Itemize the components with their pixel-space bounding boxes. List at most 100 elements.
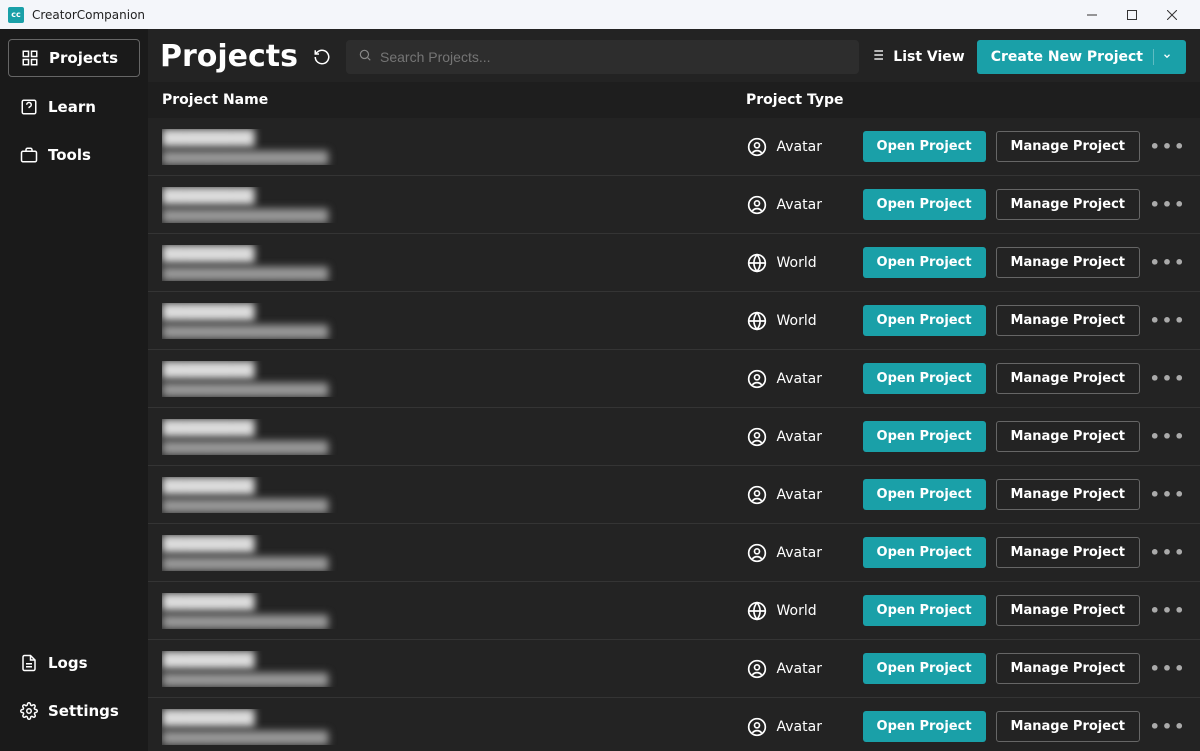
- more-options-button[interactable]: •••: [1150, 421, 1186, 453]
- more-options-button[interactable]: •••: [1150, 595, 1186, 627]
- project-row: ██████████████████████████AvatarOpen Pro…: [148, 118, 1200, 176]
- open-project-button[interactable]: Open Project: [863, 537, 986, 568]
- open-project-button[interactable]: Open Project: [863, 711, 986, 742]
- sidebar-item-tools[interactable]: Tools: [8, 137, 140, 173]
- open-project-button[interactable]: Open Project: [863, 131, 986, 162]
- column-project-type: Project Type: [746, 92, 1186, 108]
- project-type-label: Avatar: [777, 487, 822, 503]
- manage-project-button[interactable]: Manage Project: [996, 421, 1140, 452]
- manage-project-button[interactable]: Manage Project: [996, 131, 1140, 162]
- manage-project-button[interactable]: Manage Project: [996, 595, 1140, 626]
- avatar-icon: [747, 717, 767, 737]
- titlebar: cc CreatorCompanion: [0, 0, 1200, 29]
- project-name: ████████: [162, 477, 747, 495]
- avatar-icon: [747, 427, 767, 447]
- project-type: World: [747, 601, 863, 621]
- more-options-button[interactable]: •••: [1150, 711, 1186, 743]
- more-options-button[interactable]: •••: [1150, 479, 1186, 511]
- page-title: Projects: [160, 39, 298, 74]
- project-name: ████████: [162, 361, 747, 379]
- list-view-label: List View: [893, 49, 964, 65]
- open-project-button[interactable]: Open Project: [863, 189, 986, 220]
- manage-project-button[interactable]: Manage Project: [996, 247, 1140, 278]
- app-title: CreatorCompanion: [32, 8, 145, 22]
- sidebar-item-projects[interactable]: Projects: [8, 39, 140, 77]
- project-type-label: Avatar: [777, 429, 822, 445]
- open-project-button[interactable]: Open Project: [863, 363, 986, 394]
- help-icon: [20, 98, 38, 116]
- manage-project-button[interactable]: Manage Project: [996, 189, 1140, 220]
- open-project-button[interactable]: Open Project: [863, 421, 986, 452]
- project-list[interactable]: ██████████████████████████AvatarOpen Pro…: [148, 118, 1200, 751]
- table-header: Project Name Project Type: [148, 82, 1200, 118]
- sidebar-item-label: Settings: [48, 702, 119, 720]
- project-type-label: Avatar: [777, 197, 822, 213]
- manage-project-button[interactable]: Manage Project: [996, 363, 1140, 394]
- globe-icon: [747, 311, 767, 331]
- grid-icon: [21, 49, 39, 67]
- more-icon: •••: [1150, 601, 1187, 620]
- manage-project-button[interactable]: Manage Project: [996, 711, 1140, 742]
- manage-project-button[interactable]: Manage Project: [996, 479, 1140, 510]
- manage-project-button[interactable]: Manage Project: [996, 537, 1140, 568]
- project-row: ██████████████████████████AvatarOpen Pro…: [148, 466, 1200, 524]
- refresh-button[interactable]: [308, 43, 336, 71]
- more-options-button[interactable]: •••: [1150, 363, 1186, 395]
- more-icon: •••: [1150, 137, 1187, 156]
- project-row: ██████████████████████████AvatarOpen Pro…: [148, 176, 1200, 234]
- avatar-icon: [747, 195, 767, 215]
- project-row: ██████████████████████████AvatarOpen Pro…: [148, 408, 1200, 466]
- open-project-button[interactable]: Open Project: [863, 247, 986, 278]
- project-name: ████████: [162, 709, 747, 727]
- project-path: ██████████████████: [162, 731, 747, 745]
- project-path: ██████████████████: [162, 441, 747, 455]
- minimize-button[interactable]: [1072, 0, 1112, 29]
- sidebar-item-learn[interactable]: Learn: [8, 89, 140, 125]
- more-options-button[interactable]: •••: [1150, 247, 1186, 279]
- project-row: ██████████████████████████AvatarOpen Pro…: [148, 640, 1200, 698]
- more-icon: •••: [1150, 311, 1187, 330]
- close-button[interactable]: [1152, 0, 1192, 29]
- open-project-button[interactable]: Open Project: [863, 305, 986, 336]
- more-options-button[interactable]: •••: [1150, 537, 1186, 569]
- more-options-button[interactable]: •••: [1150, 653, 1186, 685]
- search-input[interactable]: [380, 49, 847, 65]
- list-view-button[interactable]: List View: [869, 47, 964, 67]
- project-row: ██████████████████████████WorldOpen Proj…: [148, 234, 1200, 292]
- project-name: ████████: [162, 187, 747, 205]
- project-type-label: Avatar: [777, 139, 822, 155]
- sidebar-item-logs[interactable]: Logs: [8, 645, 140, 681]
- project-type-label: World: [777, 313, 817, 329]
- avatar-icon: [747, 137, 767, 157]
- project-type-label: Avatar: [777, 371, 822, 387]
- search-box[interactable]: [346, 40, 859, 74]
- project-type-label: World: [777, 255, 817, 271]
- chevron-down-icon[interactable]: [1153, 49, 1172, 65]
- sidebar-item-settings[interactable]: Settings: [8, 693, 140, 729]
- project-path: ██████████████████: [162, 383, 747, 397]
- project-type-label: Avatar: [777, 719, 822, 735]
- manage-project-button[interactable]: Manage Project: [996, 305, 1140, 336]
- project-type-label: Avatar: [777, 545, 822, 561]
- create-new-project-button[interactable]: Create New Project: [977, 40, 1186, 74]
- more-options-button[interactable]: •••: [1150, 189, 1186, 221]
- app-icon: cc: [8, 7, 24, 23]
- header: Projects List View Create New Projec: [148, 29, 1200, 82]
- more-icon: •••: [1150, 659, 1187, 678]
- project-name: ████████: [162, 245, 747, 263]
- maximize-button[interactable]: [1112, 0, 1152, 29]
- globe-icon: [747, 601, 767, 621]
- avatar-icon: [747, 485, 767, 505]
- project-path: ██████████████████: [162, 209, 747, 223]
- more-options-button[interactable]: •••: [1150, 131, 1186, 163]
- project-type: Avatar: [747, 659, 863, 679]
- project-name: ████████: [162, 593, 747, 611]
- more-options-button[interactable]: •••: [1150, 305, 1186, 337]
- open-project-button[interactable]: Open Project: [863, 653, 986, 684]
- project-row: ██████████████████████████AvatarOpen Pro…: [148, 524, 1200, 582]
- open-project-button[interactable]: Open Project: [863, 479, 986, 510]
- manage-project-button[interactable]: Manage Project: [996, 653, 1140, 684]
- open-project-button[interactable]: Open Project: [863, 595, 986, 626]
- project-type: Avatar: [747, 137, 863, 157]
- project-type: Avatar: [747, 485, 863, 505]
